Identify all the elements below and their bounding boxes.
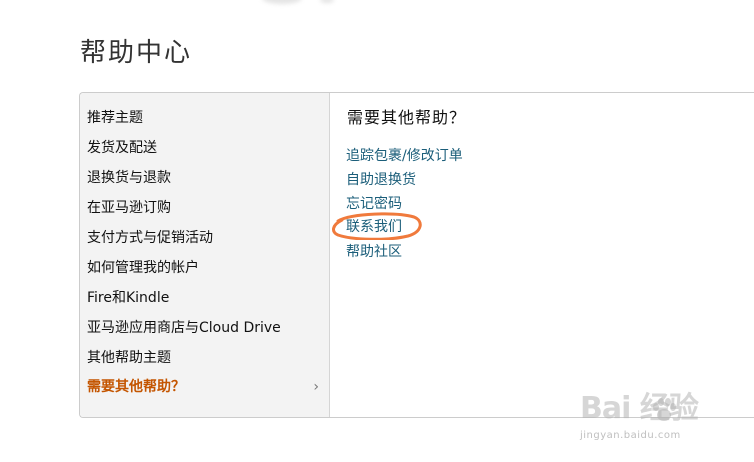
nav-item-appstore-cloud-drive[interactable]: 亚马逊应用商店与Cloud Drive	[87, 317, 281, 339]
link-help-community[interactable]: 帮助社区	[346, 242, 402, 262]
nav-item-shipping-delivery[interactable]: 发货及配送	[87, 137, 157, 159]
nav-item-ordering[interactable]: 在亚马逊订购	[87, 197, 171, 219]
link-self-service-returns[interactable]: 自助退换货	[346, 170, 416, 190]
link-contact-us[interactable]: 联系我们	[346, 217, 402, 237]
right-pane: 需要其他帮助？ 追踪包裹/修改订单 自助退换货 忘记密码 联系我们 帮助社区	[330, 93, 754, 417]
left-nav: 推荐主题 发货及配送 退换货与退款 在亚马逊订购 支付方式与促销活动 如何管理我…	[80, 93, 330, 417]
link-forgot-password[interactable]: 忘记密码	[346, 194, 402, 214]
nav-item-recommended-topics[interactable]: 推荐主题	[87, 107, 143, 129]
nav-item-need-more-help[interactable]: 需要其他帮助？ ›	[87, 376, 319, 398]
nav-item-manage-account[interactable]: 如何管理我的帐户	[87, 257, 199, 279]
watermark-url: jingyan.baidu.com	[580, 430, 681, 441]
nav-item-returns-refunds[interactable]: 退换货与退款	[87, 167, 171, 189]
top-smudge	[262, 0, 302, 4]
nav-item-fire-kindle[interactable]: Fire和Kindle	[87, 287, 169, 309]
nav-item-other-topics[interactable]: 其他帮助主题	[87, 347, 171, 369]
nav-item-payment-promotions[interactable]: 支付方式与促销活动	[87, 227, 213, 249]
page-title: 帮助中心	[80, 38, 193, 68]
help-panel: 推荐主题 发货及配送 退换货与退款 在亚马逊订购 支付方式与促销活动 如何管理我…	[79, 92, 754, 418]
nav-item-need-more-help-label: 需要其他帮助？	[87, 379, 185, 395]
chevron-right-icon: ›	[313, 379, 319, 395]
link-track-package[interactable]: 追踪包裹/修改订单	[346, 146, 463, 166]
top-smudge-small	[320, 0, 334, 3]
right-pane-heading: 需要其他帮助？	[347, 108, 467, 127]
